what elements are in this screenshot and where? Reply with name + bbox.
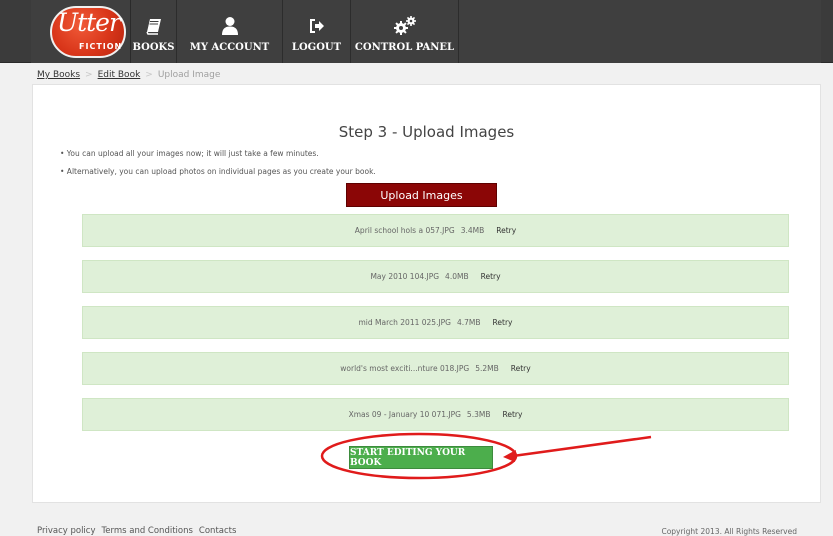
breadcrumb-separator: > — [85, 70, 93, 80]
footer-links: Privacy policy Terms and Conditions Cont… — [37, 526, 236, 536]
navbar-inner: Utter FICTION Books My Account — [31, 0, 821, 63]
nav-account-label: My Account — [189, 42, 270, 53]
breadcrumb-current: Upload Image — [157, 70, 221, 80]
upload-file-row: Xmas 09 - January 10 071.JPG 5.3MB Retry — [82, 398, 789, 431]
tip-text: • You can upload all your images now; it… — [60, 149, 319, 158]
retry-link[interactable]: Retry — [481, 272, 501, 281]
file-name: May 2010 104.JPG — [370, 272, 440, 281]
file-size: 5.3MB — [466, 410, 491, 419]
file-name: April school hols a 057.JPG — [354, 226, 455, 235]
footer-contacts-link[interactable]: Contacts — [199, 526, 237, 536]
footer-terms-link[interactable]: Terms and Conditions — [102, 526, 193, 536]
retry-link[interactable]: Retry — [502, 410, 522, 419]
nav-control-panel-label: Control Panel — [354, 42, 455, 53]
breadcrumb: My Books > Edit Book > Upload Image — [37, 70, 220, 80]
copyright-text: Copyright 2013. All Rights Reserved — [661, 527, 797, 536]
gears-icon — [393, 15, 417, 37]
top-navbar: Utter FICTION Books My Account — [0, 0, 833, 63]
start-editing-button[interactable]: Start Editing Your Book — [349, 446, 493, 469]
retry-link[interactable]: Retry — [511, 364, 531, 373]
logo-main-text: Utter — [57, 8, 121, 37]
file-size: 4.7MB — [457, 318, 481, 327]
tip-text: • Alternatively, you can upload photos o… — [60, 167, 376, 176]
file-name: mid March 2011 025.JPG — [358, 318, 452, 327]
logout-icon — [308, 15, 326, 37]
upload-file-row: mid March 2011 025.JPG 4.7MB Retry — [82, 306, 789, 339]
nav-logout-label: Logout — [291, 42, 342, 53]
upload-file-row: May 2010 104.JPG 4.0MB Retry — [82, 260, 789, 293]
footer-privacy-link[interactable]: Privacy policy — [37, 526, 96, 536]
nav-books-label: Books — [132, 42, 175, 53]
file-name: Xmas 09 - January 10 071.JPG — [348, 410, 461, 419]
file-size: 5.2MB — [475, 364, 499, 373]
nav-control-panel[interactable]: Control Panel — [351, 0, 459, 63]
logo-sub-text: FICTION — [79, 42, 123, 51]
site-logo[interactable]: Utter FICTION — [31, 0, 131, 63]
breadcrumb-separator: > — [145, 70, 153, 80]
nav-books[interactable]: Books — [131, 0, 177, 63]
retry-link[interactable]: Retry — [493, 318, 513, 327]
page-title: Step 3 - Upload Images — [338, 123, 515, 141]
upload-file-row: April school hols a 057.JPG 3.4MB Retry — [82, 214, 789, 247]
upload-file-row: world's most exciti...nture 018.JPG 5.2M… — [82, 352, 789, 385]
nav-logout[interactable]: Logout — [283, 0, 351, 63]
breadcrumb-my-books[interactable]: My Books — [37, 70, 80, 80]
user-icon — [221, 15, 239, 37]
file-size: 3.4MB — [460, 226, 485, 235]
nav-my-account[interactable]: My Account — [177, 0, 283, 63]
retry-link[interactable]: Retry — [496, 226, 516, 235]
upload-images-button[interactable]: Upload Images — [346, 183, 497, 207]
breadcrumb-edit-book[interactable]: Edit Book — [98, 70, 141, 80]
book-icon — [145, 15, 163, 37]
upload-panel: Step 3 - Upload Images • You can upload … — [32, 84, 821, 503]
file-size: 4.0MB — [445, 272, 469, 281]
file-name: world's most exciti...nture 018.JPG — [340, 364, 470, 373]
